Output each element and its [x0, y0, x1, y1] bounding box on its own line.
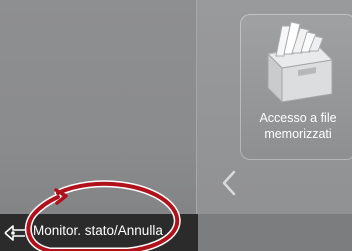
chevron-left-icon[interactable]: [218, 168, 242, 198]
status-monitor-icon: [4, 225, 25, 241]
stored-files-icon: [266, 21, 334, 104]
status-bar-extension: [198, 214, 352, 251]
home-screen: Accesso a file memorizzati Monitor. stat…: [0, 0, 352, 251]
stored-files-tile[interactable]: Accesso a file memorizzati: [240, 14, 352, 160]
stored-files-label: Accesso a file memorizzati: [240, 110, 352, 142]
stored-files-label-line2: memorizzati: [264, 127, 332, 141]
stored-files-label-line1: Accesso a file: [259, 111, 337, 125]
status-monitor-label: Monitor. stato/Annulla: [33, 223, 163, 238]
status-monitor-button[interactable]: Monitor. stato/Annulla: [0, 214, 196, 251]
